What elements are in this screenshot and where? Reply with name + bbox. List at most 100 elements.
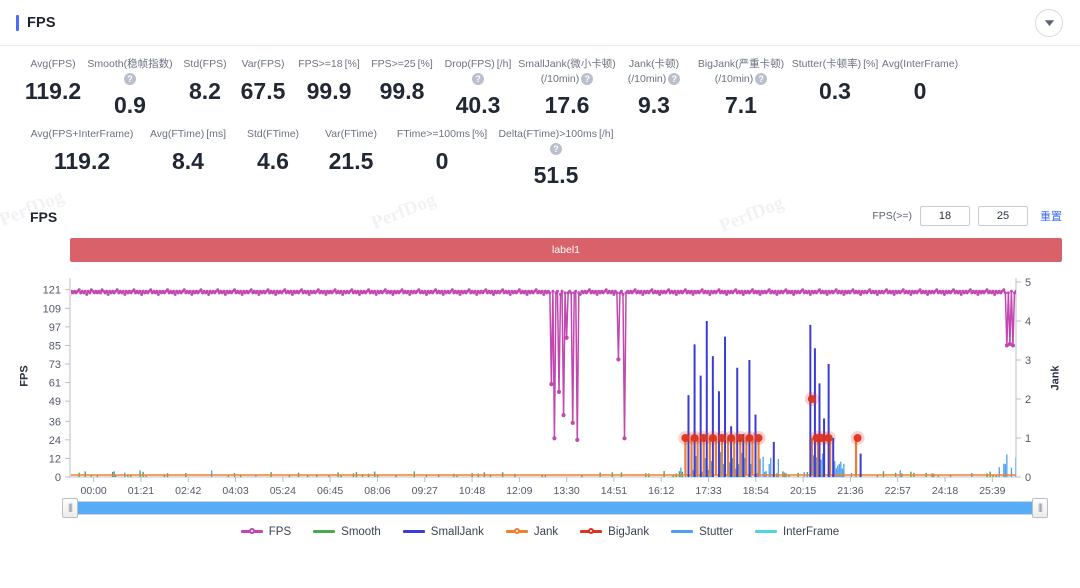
scene-label-banner[interactable]: label1 [70, 237, 1062, 262]
stat-value: 40.3 [455, 91, 501, 118]
svg-text:0: 0 [55, 472, 61, 484]
legend-label: SmallJank [430, 525, 484, 538]
chart-legend: FPS Smooth SmallJank Jank BigJank Stutter Inte… [0, 526, 1080, 538]
svg-text:97: 97 [49, 321, 61, 333]
legend-swatch [505, 528, 528, 534]
stat-label-text: Std(FPS) [183, 58, 227, 70]
fps-threshold-input-1[interactable] [920, 205, 970, 226]
help-icon[interactable]: ? [124, 72, 136, 85]
svg-text:0: 0 [1025, 472, 1031, 484]
stat-label-text: SmallJank(微小卡顿) [518, 58, 616, 70]
time-range-slider[interactable]: ||| ||| [62, 497, 1048, 518]
stat-label-text: Drop(FPS) [444, 58, 495, 70]
legend-item[interactable]: Stutter [671, 526, 733, 538]
stat-label-text: Avg(FPS) [30, 58, 76, 70]
svg-text:24:18: 24:18 [932, 485, 958, 494]
stat-label-text: Std(FTime) [246, 128, 300, 140]
stat-label-text: [%] [471, 128, 488, 140]
stat-item: Avg(InterFrame) 0 [880, 58, 960, 104]
slider-handle-left[interactable]: ||| [62, 497, 78, 518]
legend-swatch [580, 528, 603, 534]
svg-text:22:57: 22:57 [885, 485, 911, 494]
svg-text:3: 3 [1025, 355, 1031, 367]
legend-item[interactable]: InterFrame [754, 526, 839, 538]
stat-item: Var(FTime) 21.5 [312, 128, 390, 174]
stat-value: 17.6 [544, 92, 590, 118]
help-icon[interactable]: ? [472, 72, 484, 85]
stats-row-primary: Avg(FPS) 119.2 Smooth(稳帧指数)? 0.9 Std(FPS) 8.2… [0, 58, 1080, 118]
stat-label-text: Avg(InterFrame) [881, 58, 959, 70]
stat-label-text: [%] [863, 58, 879, 70]
stat-label: Var(FTime) [325, 128, 377, 141]
svg-text:14:51: 14:51 [601, 485, 627, 494]
stat-value: 51.5 [533, 161, 579, 188]
legend-item[interactable]: Jank [505, 526, 558, 538]
stat-value: 119.2 [53, 147, 111, 174]
stat-item: Std(FPS) 8.2 [176, 58, 234, 104]
chart-header: FPS FPS(>=) 重置 [0, 202, 1080, 232]
fps-threshold-input-2[interactable] [978, 205, 1028, 226]
help-icon[interactable]: ? [755, 72, 768, 85]
collapse-toggle-button[interactable] [1035, 9, 1063, 37]
svg-text:61: 61 [49, 377, 61, 389]
stat-label-text: Stutter(卡顿率) [791, 58, 862, 70]
stat-label-text: FTime>=100ms [396, 128, 470, 140]
legend-label: Stutter [699, 525, 733, 538]
stat-label: Stutter(卡顿率) [%] [792, 58, 879, 71]
svg-text:36: 36 [49, 416, 61, 428]
stat-item: SmallJank(微小卡顿) (/10min)? 17.6 [518, 58, 616, 118]
svg-text:20:15: 20:15 [790, 485, 816, 494]
stat-label: Avg(InterFrame) [882, 58, 958, 71]
svg-text:21:36: 21:36 [837, 485, 863, 494]
panel-header: FPS [0, 0, 1080, 46]
svg-text:121: 121 [43, 284, 61, 296]
stat-item: Drop(FPS) [/h]? 40.3 [438, 58, 518, 118]
stat-value: 21.5 [328, 147, 374, 174]
stat-value: 119.2 [24, 77, 82, 104]
stat-value: 8.4 [172, 147, 204, 174]
stat-label: BigJank(严重卡顿) (/10min)? [692, 58, 790, 85]
legend-swatch [671, 530, 694, 533]
svg-text:12: 12 [49, 453, 61, 465]
svg-text:2: 2 [1025, 394, 1031, 406]
stat-item: Avg(FTime) [ms] 8.4 [142, 128, 234, 174]
stats-row-secondary: Avg(FPS+InterFrame) 119.2 Avg(FTime) [ms] 8.… [0, 128, 1080, 188]
help-icon[interactable]: ? [668, 72, 681, 85]
fps-line-chart[interactable]: 0122436496173859710912101234500:00 01:21 0… [0, 272, 1080, 494]
stat-item: Var(FPS) 67.5 [234, 58, 292, 104]
stat-item: Std(FTime) 4.6 [234, 128, 312, 174]
stat-label-text: Avg(FTime) [149, 128, 205, 140]
legend-swatch [313, 530, 336, 533]
legend-item[interactable]: BigJank [580, 526, 649, 538]
stat-label-text: (/10min) [714, 72, 754, 85]
slider-track[interactable] [70, 500, 1040, 515]
legend-item[interactable]: SmallJank [402, 525, 484, 538]
help-icon[interactable]: ? [581, 72, 594, 85]
fps-filter-label: FPS(>=) [872, 209, 912, 222]
svg-text:08:06: 08:06 [364, 485, 390, 494]
svg-text:16:12: 16:12 [648, 485, 674, 494]
stat-label: Smooth(稳帧指数)? [84, 58, 176, 85]
slider-handle-right[interactable]: ||| [1032, 497, 1048, 518]
fps-chart-section: FPS FPS(>=) 重置 label1 FPS Jank 012243649… [0, 202, 1080, 538]
help-icon[interactable]: ? [550, 142, 562, 155]
svg-text:10:48: 10:48 [459, 485, 485, 494]
stat-label-text: Smooth(稳帧指数) [87, 58, 173, 70]
legend-label: Smooth [341, 525, 381, 538]
legend-item[interactable]: Smooth [313, 526, 381, 538]
stat-value: 4.6 [257, 147, 289, 174]
plot-area: FPS Jank 0 12 24 36 49 61 73 85 97 109 121 0 1 2 3 4 5 00… [0, 272, 1080, 494]
legend-item[interactable]: FPS [240, 526, 291, 538]
svg-text:02:42: 02:42 [175, 485, 201, 494]
stat-value: 9.3 [638, 92, 670, 118]
svg-text:109: 109 [43, 303, 61, 315]
stat-label-text: [%] [417, 58, 433, 70]
reset-link[interactable]: 重置 [1040, 208, 1062, 224]
svg-text:5: 5 [1025, 277, 1031, 289]
stat-label-text: BigJank(严重卡顿) [697, 58, 785, 70]
stat-label-text: [/h] [598, 128, 614, 140]
stat-item: FPS>=25 [%] 99.8 [366, 58, 438, 104]
stat-label-text: (/10min) [540, 72, 580, 85]
stat-label-text: FPS>=25 [371, 58, 416, 70]
svg-text:06:45: 06:45 [317, 485, 343, 494]
